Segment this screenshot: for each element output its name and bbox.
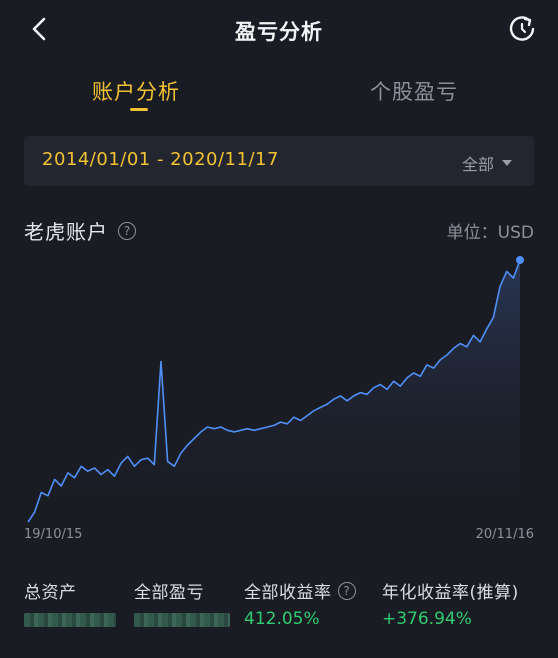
tab-active-indicator bbox=[130, 108, 148, 111]
stats-row: 总资产 全部盈亏 全部收益率 ? 412.05% 年化收益率(推算) +376.… bbox=[0, 578, 558, 658]
chart-area-fill bbox=[28, 260, 520, 522]
stat-label: 全部收益率 bbox=[244, 583, 332, 603]
nav-bar: 盈亏分析 bbox=[0, 0, 558, 62]
refresh-icon bbox=[509, 16, 535, 41]
help-icon[interactable]: ? bbox=[337, 581, 356, 600]
date-range-selector[interactable]: 2014/01/01 - 2020/11/17 全部 bbox=[24, 136, 534, 186]
tab-stock-pnl[interactable]: 个股盈亏 bbox=[370, 76, 458, 106]
date-range-text: 2014/01/01 - 2020/11/17 bbox=[42, 149, 279, 170]
redacted-value bbox=[24, 613, 116, 627]
scope-dropdown[interactable]: 全部 bbox=[462, 151, 512, 175]
stat-value: +376.94% bbox=[382, 609, 472, 629]
stat-label: 年化收益率(推算) bbox=[382, 583, 519, 603]
x-axis-end-label: 20/11/16 bbox=[475, 527, 534, 542]
tab-bar: 账户分析 个股盈亏 bbox=[0, 70, 558, 122]
stat-value-redacted bbox=[134, 609, 230, 631]
tab-account-analysis[interactable]: 账户分析 bbox=[92, 76, 180, 106]
refresh-button[interactable] bbox=[504, 11, 540, 47]
x-axis-start-label: 19/10/15 bbox=[24, 527, 83, 542]
stat-label: 全部盈亏 bbox=[134, 583, 204, 603]
stat-total-return: 全部收益率 ? 412.05% bbox=[244, 578, 356, 631]
stat-value-redacted bbox=[24, 609, 116, 631]
scope-dropdown-label: 全部 bbox=[461, 155, 494, 174]
stat-total-pnl: 全部盈亏 bbox=[134, 578, 230, 631]
stat-label: 总资产 bbox=[24, 583, 77, 603]
pnl-line-chart bbox=[27, 256, 524, 523]
caret-down-icon bbox=[502, 160, 512, 166]
stat-value: 412.05% bbox=[244, 609, 320, 629]
stat-label-row: 全部收益率 ? bbox=[244, 578, 356, 603]
redacted-value bbox=[134, 613, 230, 627]
chart-end-point bbox=[516, 256, 524, 264]
help-icon[interactable]: ? bbox=[118, 221, 136, 240]
stat-total-assets: 总资产 bbox=[24, 578, 116, 631]
stat-annualized-return: 年化收益率(推算) +376.94% bbox=[382, 578, 519, 631]
page-title: 盈亏分析 bbox=[235, 20, 323, 44]
